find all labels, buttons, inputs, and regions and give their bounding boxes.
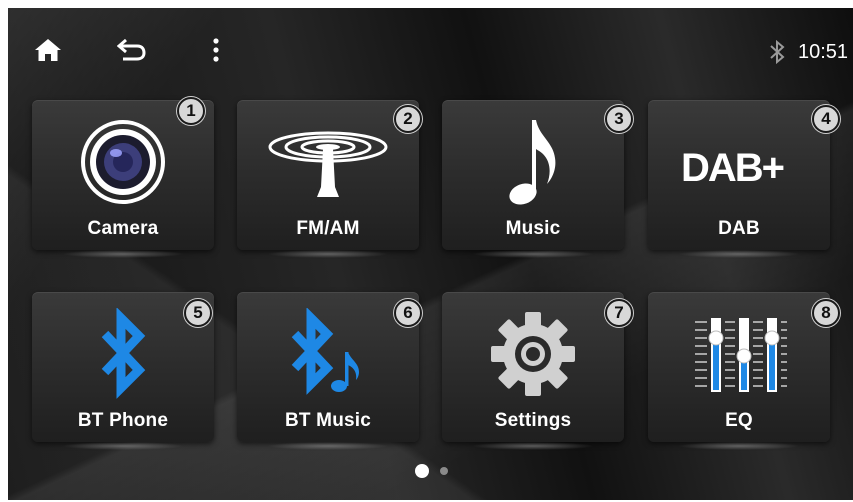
back-arrow-icon	[117, 38, 146, 61]
tile-number-badge: 7	[605, 299, 633, 327]
more-vertical-icon	[213, 38, 219, 62]
page-indicator[interactable]	[440, 467, 448, 475]
home-icon	[35, 39, 61, 61]
app-tile-music[interactable]: Music	[442, 100, 624, 258]
bluetooth-icon	[770, 40, 785, 64]
home-screen: 10:51 Camera 1 FM/AM 2 Music 3 DAB+ DAB …	[8, 8, 853, 500]
radio-antenna-icon	[268, 131, 388, 197]
dab-logo-text: DAB+	[681, 146, 784, 190]
tile-number-badge: 4	[812, 105, 840, 133]
tile-number-badge: 6	[394, 299, 422, 327]
app-tile-settings[interactable]: Settings	[442, 292, 624, 450]
status-bar: 10:51	[8, 8, 853, 88]
app-tile-eq[interactable]: EQ	[648, 292, 830, 450]
camera-icon	[81, 120, 165, 204]
app-label: FM/AM	[296, 218, 360, 239]
clock: 10:51	[798, 41, 849, 63]
bluetooth-icon	[101, 308, 146, 399]
page-indicator-active[interactable]	[415, 464, 429, 478]
tile-number-badge: 5	[184, 299, 212, 327]
app-tile-fm-am[interactable]: FM/AM	[237, 100, 419, 258]
gear-icon	[491, 312, 575, 396]
menu-button[interactable]	[198, 32, 234, 68]
app-label: Camera	[87, 218, 159, 239]
back-button[interactable]	[114, 32, 150, 68]
app-label: EQ	[725, 410, 753, 431]
dab-plus-icon: DAB+	[681, 146, 786, 190]
app-label: DAB	[718, 218, 760, 239]
equalizer-icon	[695, 318, 787, 392]
music-note-icon	[509, 120, 556, 205]
app-tile-dab[interactable]: DAB+ DAB	[648, 100, 830, 258]
home-button[interactable]	[30, 32, 66, 68]
tile-number-badge: 8	[812, 299, 840, 327]
app-label: BT Music	[284, 410, 372, 431]
tile-number-badge: 2	[394, 105, 422, 133]
app-tile-bt-music[interactable]: BT Music	[237, 292, 419, 450]
app-label: Settings	[494, 410, 572, 431]
tile-number-badge: 1	[177, 97, 205, 125]
tile-number-badge: 3	[605, 105, 633, 133]
app-label: BT Phone	[77, 410, 169, 431]
bluetooth-music-icon	[291, 308, 359, 395]
app-label: Music	[505, 218, 561, 239]
